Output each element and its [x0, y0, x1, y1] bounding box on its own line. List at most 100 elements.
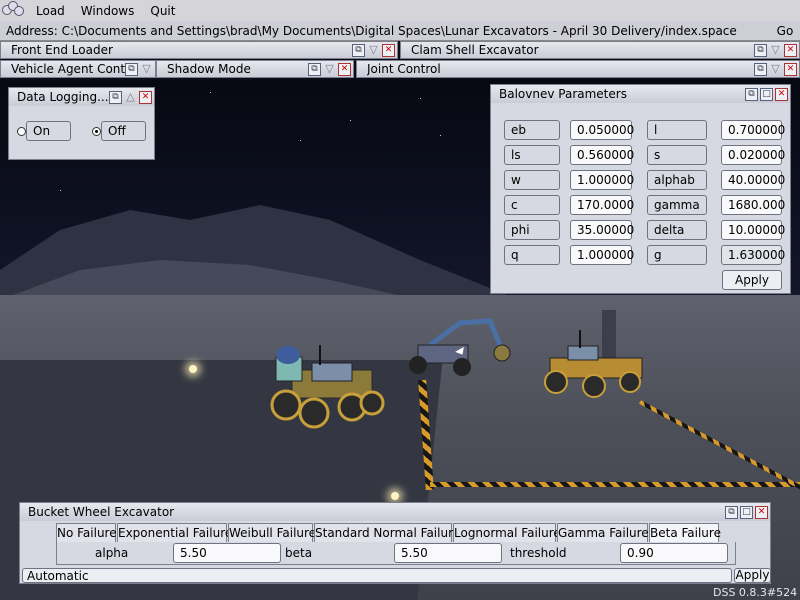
apply-button[interactable]: Apply: [722, 270, 782, 290]
param-label-l: l: [647, 120, 707, 140]
restore-icon[interactable]: ⧉: [308, 62, 321, 76]
param-input-s[interactable]: 0.020000: [721, 145, 785, 165]
restore-icon[interactable]: ⧉: [352, 43, 365, 57]
tab-label: Shadow Mode: [167, 62, 251, 76]
app-logo-icon: [0, 0, 28, 21]
tab-vehicle-agent-controls[interactable]: Vehicle Agent Controls ⧉ ▽: [0, 60, 156, 78]
param-label-phi: phi: [504, 220, 560, 240]
tab-no-failure[interactable]: No Failure: [56, 523, 117, 543]
window-title: Data Logging...: [17, 90, 109, 104]
restore-icon[interactable]: ⧉: [754, 43, 767, 57]
tab-gamma-failure[interactable]: Gamma Failure: [557, 523, 649, 543]
param-input-alphab[interactable]: 40.00000: [721, 170, 785, 190]
param-input-beta[interactable]: 5.50: [394, 543, 502, 563]
close-icon[interactable]: ✕: [338, 62, 351, 76]
param-label-alphab: alphab: [647, 170, 707, 190]
param-label-s: s: [647, 145, 707, 165]
logging-off-label[interactable]: Off: [101, 121, 146, 141]
logging-on-radio[interactable]: [17, 127, 26, 136]
param-label-alpha: alpha: [95, 546, 129, 560]
param-input-c[interactable]: 170.0000: [570, 195, 634, 215]
restore-icon[interactable]: ⧉: [109, 90, 122, 104]
restore-icon[interactable]: ⧉: [125, 62, 138, 76]
param-input-threshold[interactable]: 0.90: [620, 543, 728, 563]
param-label-gamma: gamma: [647, 195, 707, 215]
tab-front-end-loader[interactable]: Front End Loader ⧉ ▽ ✕: [0, 41, 398, 59]
close-icon[interactable]: ✕: [139, 90, 152, 104]
param-input-l[interactable]: 0.700000: [721, 120, 785, 140]
tab-label: Clam Shell Excavator: [411, 43, 539, 57]
menu-load[interactable]: Load: [28, 4, 73, 18]
apply-button[interactable]: Apply: [734, 568, 771, 583]
window-title: Balovnev Parameters: [499, 87, 627, 101]
param-label-q: q: [504, 245, 560, 265]
param-input-alpha[interactable]: 5.50: [173, 543, 281, 563]
minimize-icon[interactable]: ▽: [367, 44, 380, 57]
logging-off-radio[interactable]: [92, 127, 101, 136]
tab-weibull-failure[interactable]: Weibull Failure: [228, 523, 316, 543]
param-input-phi[interactable]: 35.00000: [570, 220, 634, 240]
close-icon[interactable]: ✕: [382, 43, 395, 57]
front-end-loader-vehicle[interactable]: [262, 325, 392, 435]
tab-lognormal-failure[interactable]: Lognormal Failure: [453, 523, 561, 543]
landing-light: [391, 492, 399, 500]
minimize-icon[interactable]: ▽: [769, 63, 782, 76]
param-input-eb[interactable]: 0.050000: [570, 120, 634, 140]
data-logging-window: Data Logging... ⧉ △ ✕ On Off: [8, 87, 155, 160]
star: [210, 92, 211, 93]
restore-icon[interactable]: ⧉: [725, 505, 738, 519]
restore-icon[interactable]: ⧉: [754, 62, 767, 76]
param-input-g[interactable]: 1.630000: [721, 245, 785, 265]
param-input-gamma[interactable]: 1680.000: [721, 195, 785, 215]
version-status: DSS 0.8.3#524: [713, 586, 798, 599]
go-button[interactable]: Go: [770, 24, 800, 38]
star: [350, 120, 351, 121]
balovnev-parameters-window: Balovnev Parameters ⧉ □ ✕ eb 0.050000 l …: [490, 84, 791, 294]
tab-clam-shell-excavator[interactable]: Clam Shell Excavator ⧉ ▽ ✕: [400, 41, 800, 59]
tab-standard-normal-failure[interactable]: Standard Normal Failure: [314, 523, 460, 543]
landing-light: [189, 365, 197, 373]
param-label-threshold: threshold: [510, 546, 567, 560]
balovnev-titlebar[interactable]: Balovnev Parameters ⧉ □ ✕: [491, 85, 790, 103]
star: [300, 140, 301, 141]
param-label-delta: delta: [647, 220, 707, 240]
param-input-q[interactable]: 1.000000: [570, 245, 634, 265]
minimize-icon[interactable]: ▽: [140, 63, 153, 76]
hazard-tape: [430, 482, 800, 487]
minimize-icon[interactable]: □: [740, 505, 753, 519]
tab-exponential-failure[interactable]: Exponential Failure: [117, 523, 232, 543]
bucket-wheel-titlebar[interactable]: Bucket Wheel Excavator ⧉ □ ✕: [20, 503, 770, 521]
logging-on-label[interactable]: On: [26, 121, 71, 141]
data-logging-titlebar[interactable]: Data Logging... ⧉ △ ✕: [9, 88, 154, 106]
close-icon[interactable]: ✕: [784, 62, 797, 76]
menu-bar: Load Windows Quit: [0, 0, 800, 21]
param-input-w[interactable]: 1.000000: [570, 170, 634, 190]
tab-joint-control[interactable]: Joint Control ⧉ ▽ ✕: [356, 60, 800, 78]
param-label-eb: eb: [504, 120, 560, 140]
minimize-icon[interactable]: ▽: [769, 44, 782, 57]
param-input-delta[interactable]: 10.00000: [721, 220, 785, 240]
close-icon[interactable]: ✕: [755, 505, 768, 519]
restore-icon[interactable]: ⧉: [745, 87, 758, 101]
menu-windows[interactable]: Windows: [73, 4, 143, 18]
tab-label: Joint Control: [367, 62, 441, 76]
param-label-ls: ls: [504, 145, 560, 165]
minimize-icon[interactable]: □: [760, 87, 773, 101]
tab-label: Vehicle Agent Controls: [11, 62, 125, 76]
tab-label: Front End Loader: [11, 43, 113, 57]
tab-beta-failure[interactable]: Beta Failure: [649, 523, 721, 543]
menu-quit[interactable]: Quit: [142, 4, 183, 18]
close-icon[interactable]: ✕: [775, 87, 788, 101]
minimize-icon[interactable]: ▽: [323, 63, 336, 76]
address-label: Address:: [6, 23, 62, 38]
tab-shadow-mode[interactable]: Shadow Mode ⧉ ▽ ✕: [156, 60, 354, 78]
address-bar: Address: C:\Documents and Settings\brad\…: [0, 21, 800, 41]
window-title: Bucket Wheel Excavator: [28, 505, 175, 519]
param-label-c: c: [504, 195, 560, 215]
param-input-ls[interactable]: 0.560000: [570, 145, 634, 165]
close-icon[interactable]: ✕: [784, 43, 797, 57]
mode-dropdown[interactable]: Automatic: [22, 568, 732, 583]
bucket-wheel-excavator-vehicle[interactable]: [538, 310, 658, 400]
minimize-icon[interactable]: △: [124, 91, 137, 104]
address-input[interactable]: C:\Documents and Settings\brad\My Docume…: [62, 24, 770, 38]
